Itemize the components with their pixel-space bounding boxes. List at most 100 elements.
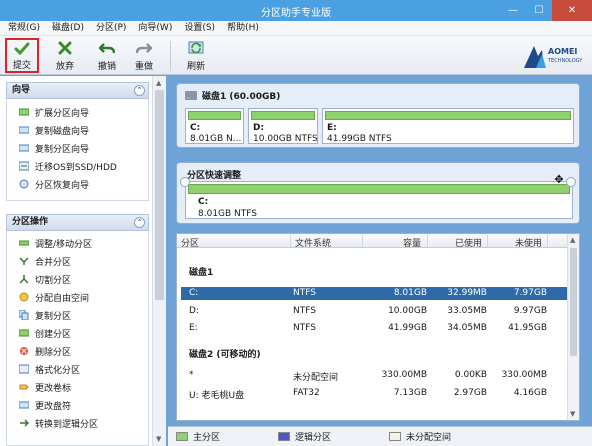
scroll-up-icon[interactable]: ▲ [156, 79, 161, 87]
cell-used: 32.99MB [447, 288, 487, 298]
partition-name: D: [253, 123, 265, 133]
op-change-label[interactable]: 更改卷标 [7, 378, 148, 396]
wizard-migrate-os[interactable]: 迁移OS到SSD/HDD [7, 157, 148, 175]
partition-c-block[interactable]: C: 8.01GB N... [185, 108, 244, 144]
quick-resize-box[interactable]: C: 8.01GB NTFS [185, 181, 573, 219]
menu-bar: 常规(G) 磁盘(D) 分区(P) 向导(W) 设置(S) 帮助(H) [0, 21, 592, 36]
refresh-button[interactable]: 刷新 [179, 38, 213, 73]
table-row[interactable]: U: 老毛桃U盘 FAT32 7.13GB 2.97GB 4.16GB [181, 387, 567, 401]
legend-logical-label: 逻辑分区 [295, 433, 332, 443]
cell-used: 33.05MB [447, 306, 487, 316]
resize-left-handle[interactable] [180, 177, 190, 187]
partition-info: 41.99GB NTFS [327, 134, 392, 144]
table-row[interactable]: C: NTFS 8.01GB 32.99MB 7.97GB [181, 287, 567, 300]
menu-disk[interactable]: 磁盘(D) [46, 21, 90, 36]
table-row[interactable]: * 未分配空间 330.00MB 0.00KB 330.00MB [181, 369, 567, 383]
redo-button[interactable]: 重做 [127, 38, 161, 73]
brand-sub: TECHNOLOGY [548, 58, 583, 64]
menu-partition[interactable]: 分区(P) [90, 21, 132, 36]
wizard-copy-partition[interactable]: 复制分区向导 [7, 139, 148, 157]
op-change-drive-letter[interactable]: 更改盘符 [7, 396, 148, 414]
table-header: 分区 文件系统 容量 已使用 未使用 [177, 234, 567, 249]
op-create-partition[interactable]: 创建分区 [7, 324, 148, 342]
cell-capacity: 8.01GB [393, 288, 427, 298]
op-merge[interactable]: 合并分区 [7, 252, 148, 270]
resize-icon [19, 240, 29, 246]
wizard-extend-partition[interactable]: 扩展分区向导 [7, 103, 148, 121]
col-header-partition[interactable]: 分区 [181, 236, 199, 249]
cell-filesystem: NTFS [293, 306, 316, 316]
wizard-panel: 扩展分区向导 复制磁盘向导 复制分区向导 迁移OS到SSD/HDD 分区恢复向导 [6, 99, 149, 201]
partition-usage-bar [188, 111, 241, 120]
col-header-used[interactable]: 已使用 [455, 236, 482, 249]
close-button[interactable]: ✕ [552, 0, 592, 21]
wizard-partition-recovery[interactable]: 分区恢复向导 [7, 175, 148, 193]
menu-wizard[interactable]: 向导(W) [132, 21, 178, 36]
logical-swatch [278, 432, 291, 441]
side-item-label: 扩展分区向导 [35, 108, 90, 119]
cell-partition: D: [189, 306, 199, 316]
scroll-up-icon[interactable]: ▲ [570, 236, 575, 244]
maximize-button[interactable]: ☐ [526, 0, 552, 21]
wizard-panel-header[interactable]: 向导 ⌃ [6, 82, 149, 99]
partition-d-block[interactable]: D: 10.00GB NTFS [248, 108, 318, 144]
col-header-free[interactable]: 未使用 [515, 236, 542, 249]
resize-right-handle[interactable] [566, 177, 576, 187]
menu-general[interactable]: 常规(G) [2, 21, 46, 36]
op-resize-move[interactable]: 调整/移动分区 [7, 234, 148, 252]
side-item-label: 复制分区向导 [35, 144, 90, 155]
resize-bar[interactable] [188, 184, 570, 194]
scroll-down-icon[interactable]: ▼ [570, 410, 575, 418]
col-header-capacity[interactable]: 容量 [403, 236, 421, 249]
recovery-icon [19, 179, 29, 189]
menu-settings[interactable]: 设置(S) [178, 21, 221, 36]
sidebar-scrollbar[interactable]: ▲ ▼ [152, 76, 166, 446]
legend-unallocated: 未分配空间 [389, 430, 451, 443]
minimize-button[interactable]: — [500, 0, 526, 21]
table-row[interactable]: E: NTFS 41.99GB 34.05MB 41.95GB [181, 322, 567, 335]
cell-free: 9.97GB [513, 306, 547, 316]
cell-partition: E: [189, 323, 198, 333]
create-icon [19, 329, 29, 337]
scroll-down-icon[interactable]: ▼ [156, 435, 161, 443]
split-icon [19, 275, 29, 284]
scroll-thumb[interactable] [570, 248, 577, 356]
op-convert-logical[interactable]: 转换到逻辑分区 [7, 414, 148, 432]
quick-resize-panel: 分区快速调整 C: 8.01GB NTFS ✥ [176, 162, 580, 224]
unallocated-swatch [389, 432, 402, 441]
label-icon [19, 384, 29, 390]
submit-button[interactable]: 提交 [5, 38, 39, 73]
brand-name: AOMEI [548, 47, 578, 56]
table-row[interactable]: D: NTFS 10.00GB 33.05MB 9.97GB [181, 305, 567, 318]
format-icon [19, 364, 29, 374]
partition-e-block[interactable]: E: 41.99GB NTFS [322, 108, 574, 144]
side-item-label: 更改卷标 [35, 383, 72, 394]
table-scrollbar[interactable]: ▲ ▼ [567, 234, 579, 420]
op-copy-partition[interactable]: 复制分区 [7, 306, 148, 324]
collapse-icon[interactable]: ⌃ [134, 85, 145, 96]
ops-panel-header[interactable]: 分区操作 ⌃ [6, 214, 149, 231]
partition-usage-bar [325, 111, 571, 120]
legend-primary-label: 主分区 [193, 433, 221, 443]
cell-capacity: 330.00MB [381, 370, 427, 380]
wizard-copy-disk[interactable]: 复制磁盘向导 [7, 121, 148, 139]
extend-wizard-icon [19, 108, 29, 116]
undo-button[interactable]: 撤销 [90, 38, 124, 73]
disk2-group-title: 磁盘2 (可移动的) [189, 350, 261, 360]
cell-partition: * [189, 370, 194, 380]
disk1-map[interactable]: 磁盘1 (60.00GB) C: 8.01GB N... D: 10.00GB … [176, 83, 580, 148]
col-header-filesystem[interactable]: 文件系统 [295, 236, 331, 249]
discard-button[interactable]: 放弃 [48, 38, 82, 73]
side-item-label: 分配自由空间 [35, 293, 90, 304]
op-delete-partition[interactable]: 删除分区 [7, 342, 148, 360]
resize-partition-name: C: [198, 197, 209, 207]
op-format-partition[interactable]: 格式化分区 [7, 360, 148, 378]
op-split[interactable]: 切割分区 [7, 270, 148, 288]
op-allocate-free-space[interactable]: 分配自由空间 [7, 288, 148, 306]
menu-help[interactable]: 帮助(H) [221, 21, 265, 36]
scroll-thumb[interactable] [155, 90, 164, 300]
disk-icon [185, 91, 197, 100]
partition-name: E: [327, 123, 337, 133]
collapse-icon[interactable]: ⌃ [134, 217, 145, 228]
cell-partition: C: [189, 288, 199, 298]
